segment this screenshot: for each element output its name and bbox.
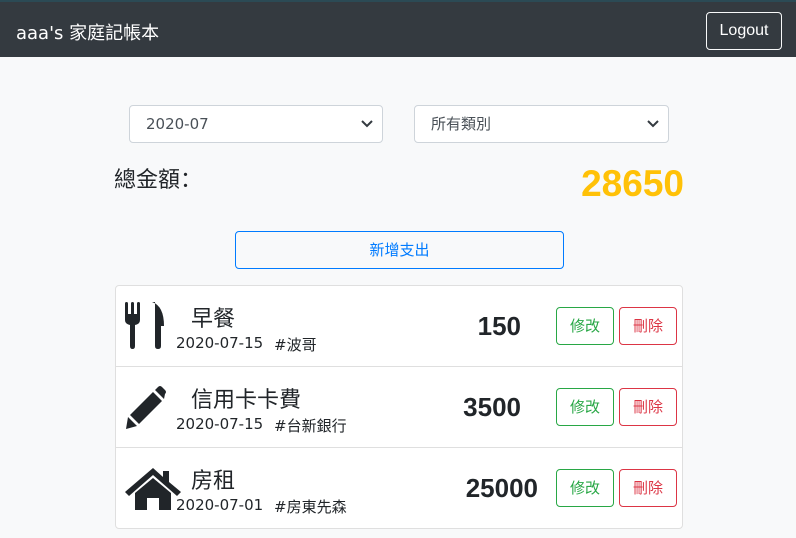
list-item: 早餐 2020-07-15 #波哥 150 修改 刪除 bbox=[116, 286, 682, 367]
logout-button[interactable]: Logout bbox=[706, 12, 782, 50]
record-name: 房租 bbox=[191, 469, 236, 494]
total-label: 總金額： bbox=[114, 168, 203, 193]
record-date: 2020-07-15 bbox=[176, 334, 264, 352]
list-item: 信用卡卡費 2020-07-15 #台新銀行 3500 修改 刪除 bbox=[116, 367, 682, 448]
category-select[interactable]: 所有類別 bbox=[414, 105, 669, 143]
record-tag: #台新銀行 bbox=[274, 417, 347, 435]
month-select[interactable]: 2020-07 bbox=[129, 105, 383, 143]
category-select-value: 所有類別 bbox=[431, 115, 492, 133]
record-date: 2020-07-01 bbox=[176, 496, 264, 514]
add-expense-button[interactable]: 新增支出 bbox=[235, 231, 564, 269]
record-name: 信用卡卡費 bbox=[191, 388, 302, 413]
app-title[interactable]: aaa's 家庭記帳本 bbox=[16, 19, 159, 45]
total-amount: 28650 bbox=[581, 163, 684, 204]
record-amount: 150 bbox=[477, 311, 521, 341]
navbar: aaa's 家庭記帳本 Logout bbox=[0, 0, 796, 57]
month-select-value: 2020-07 bbox=[146, 115, 209, 133]
edit-button[interactable]: 修改 bbox=[556, 469, 614, 507]
pencil-icon bbox=[126, 386, 166, 429]
delete-button[interactable]: 刪除 bbox=[619, 388, 677, 426]
record-list: 早餐 2020-07-15 #波哥 150 修改 刪除 信用卡卡費 2020-0… bbox=[115, 285, 683, 529]
record-tag: #波哥 bbox=[274, 336, 317, 354]
record-tag: #房東先森 bbox=[274, 498, 347, 516]
record-amount: 25000 bbox=[465, 473, 538, 503]
record-name: 早餐 bbox=[191, 307, 236, 332]
record-amount: 3500 bbox=[463, 392, 521, 422]
edit-button[interactable]: 修改 bbox=[556, 388, 614, 426]
record-date: 2020-07-15 bbox=[176, 415, 264, 433]
home-icon bbox=[125, 468, 181, 510]
edit-button[interactable]: 修改 bbox=[556, 307, 614, 345]
utensils-icon bbox=[125, 302, 164, 349]
chevron-down-icon bbox=[647, 120, 659, 128]
delete-button[interactable]: 刪除 bbox=[619, 307, 677, 345]
delete-button[interactable]: 刪除 bbox=[619, 469, 677, 507]
list-item: 房租 2020-07-01 #房東先森 25000 修改 刪除 bbox=[116, 448, 682, 529]
chevron-down-icon bbox=[361, 120, 373, 128]
